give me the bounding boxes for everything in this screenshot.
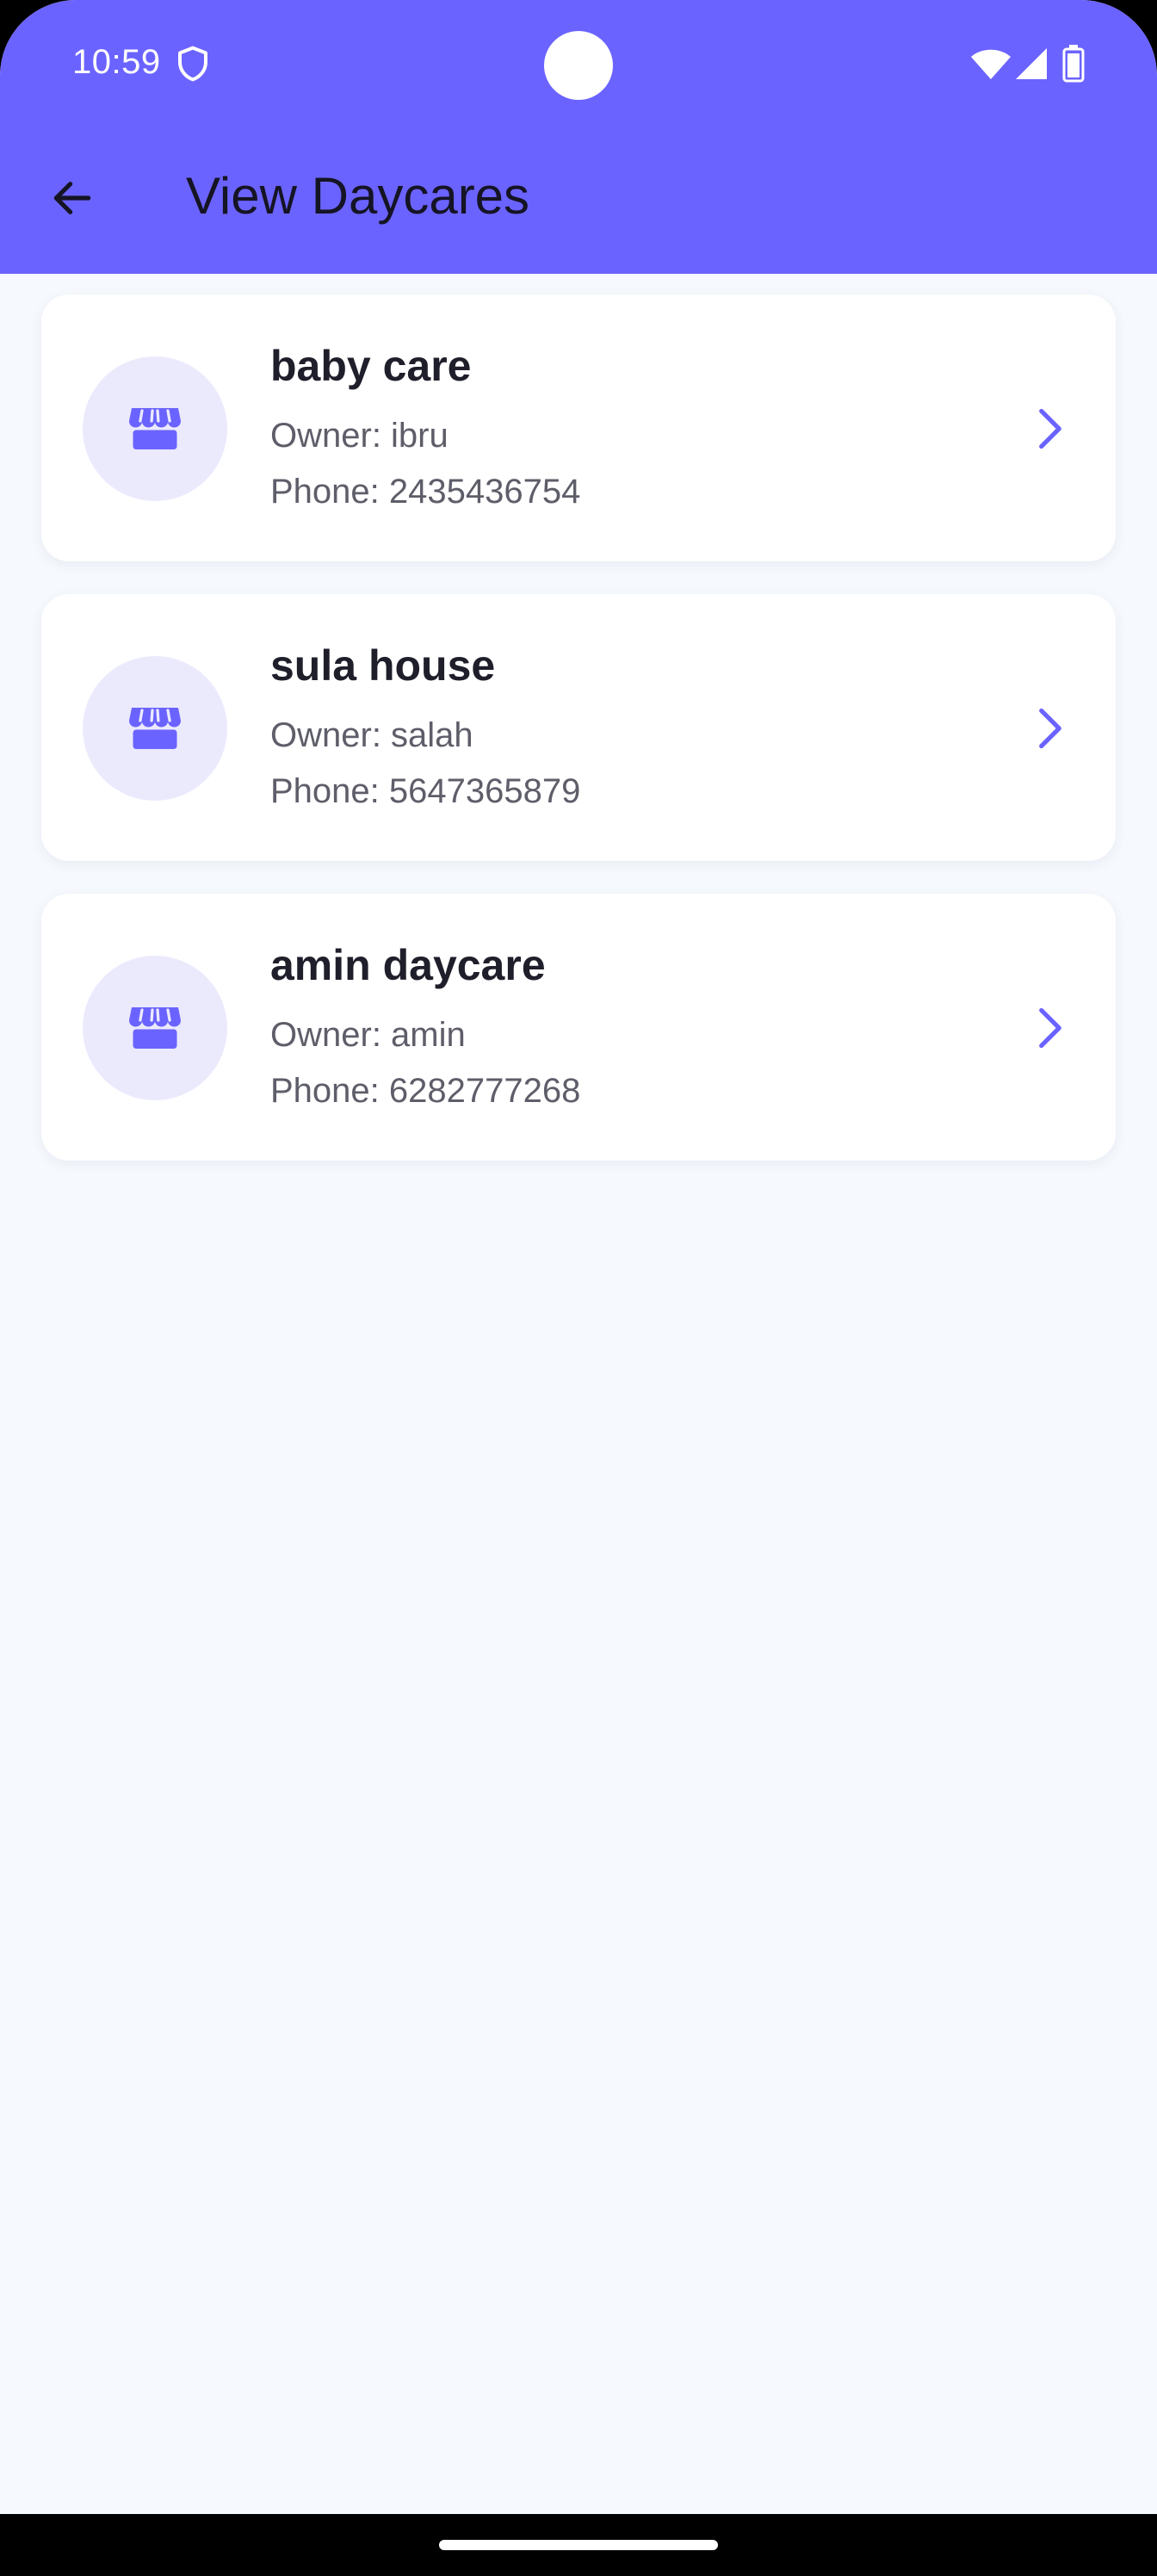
back-arrow-icon[interactable] <box>48 174 96 222</box>
daycare-card[interactable]: sula house Owner: salah Phone: 564736587… <box>41 594 1116 861</box>
daycare-phone: Phone: 5647365879 <box>270 772 581 810</box>
daycare-avatar <box>83 356 227 501</box>
wifi-icon <box>971 49 1011 79</box>
daycare-owner: Owner: ibru <box>270 417 449 455</box>
storefront-icon <box>129 1007 181 1049</box>
daycare-name: baby care <box>270 342 472 390</box>
storefront-icon <box>129 708 181 749</box>
daycare-name: sula house <box>270 641 496 690</box>
daycare-card[interactable]: baby care Owner: ibru Phone: 2435436754 <box>41 294 1116 561</box>
chevron-right-icon[interactable] <box>1035 706 1066 751</box>
app-bar: 10:59 View Daycares <box>0 0 1157 274</box>
chevron-right-icon[interactable] <box>1035 1006 1066 1050</box>
signal-icon <box>1016 48 1047 79</box>
storefront-icon <box>129 408 181 449</box>
daycare-name: amin daycare <box>270 941 546 989</box>
home-gesture-handle[interactable] <box>439 2540 718 2550</box>
app-screen: 10:59 View Daycares baby care Owner: ibr… <box>0 0 1157 2576</box>
daycare-owner: Owner: salah <box>270 716 473 754</box>
chevron-right-icon[interactable] <box>1035 406 1066 451</box>
battery-icon <box>1062 45 1085 83</box>
daycare-owner: Owner: amin <box>270 1016 466 1054</box>
daycare-card[interactable]: amin daycare Owner: amin Phone: 62827772… <box>41 894 1116 1161</box>
daycare-phone: Phone: 2435436754 <box>270 473 581 511</box>
daycare-avatar <box>83 656 227 801</box>
daycare-list: baby care Owner: ibru Phone: 2435436754 … <box>41 294 1116 1193</box>
status-time: 10:59 <box>72 43 161 81</box>
status-bar: 10:59 <box>0 0 1157 129</box>
daycare-avatar <box>83 956 227 1100</box>
camera-cutout <box>544 31 613 100</box>
daycare-phone: Phone: 6282777268 <box>270 1072 581 1110</box>
page-title: View Daycares <box>186 167 530 225</box>
shield-icon <box>178 46 207 82</box>
